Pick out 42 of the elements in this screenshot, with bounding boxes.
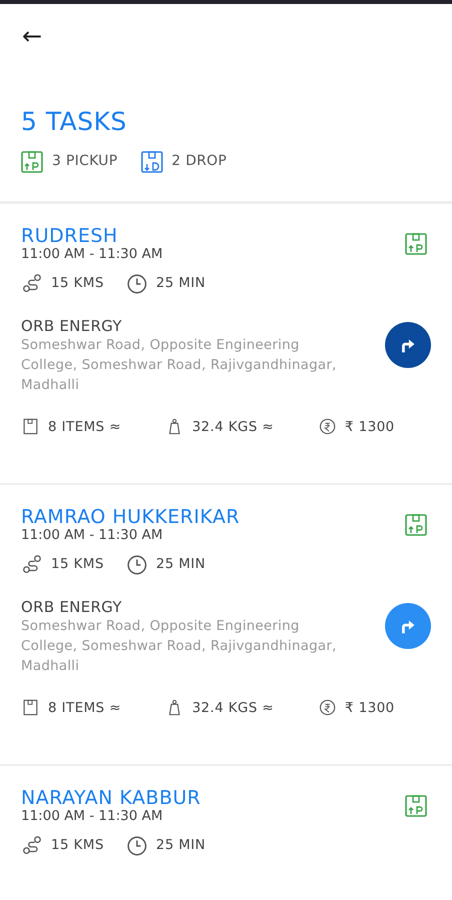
company-name: ORB ENERGY [21, 598, 123, 616]
items-icon [21, 698, 40, 718]
pickup-count: 3 PICKUP [52, 152, 118, 171]
pickup-box-icon [404, 794, 428, 818]
route-icon [21, 554, 43, 576]
customer-name: RUDRESH [21, 226, 119, 246]
route-icon [21, 834, 43, 857]
clock-icon [126, 272, 148, 295]
duration-text: 25 MIN [156, 836, 206, 856]
amount-text: ₹ 1300 [344, 698, 395, 718]
duration-text: 25 MIN [156, 555, 206, 574]
drop-count: 2 DROP [172, 152, 227, 171]
pickup-box-icon [404, 232, 428, 256]
customer-name: NARAYAN KABBUR [21, 788, 201, 808]
time-window: 11:00 AM - 11:30 AM [21, 246, 163, 263]
rupee-icon [318, 417, 337, 436]
back-button[interactable]: ← [22, 24, 42, 48]
navigate-button[interactable] [385, 322, 431, 368]
company-name: ORB ENERGY [21, 316, 123, 335]
weight-text: 32.4 KGS ≈ [192, 418, 274, 437]
clock-icon [126, 554, 148, 576]
item-count: 8 ITEMS ≈ [48, 698, 122, 718]
item-count: 8 ITEMS ≈ [48, 418, 122, 437]
pickup-box-icon [404, 512, 428, 536]
distance-text: 15 KMS [51, 836, 104, 856]
drop-box-icon [140, 150, 164, 174]
task-count-title: 5 TASKS [21, 106, 128, 138]
amount-text: ₹ 1300 [344, 418, 395, 437]
distance-text: 15 KMS [51, 274, 104, 294]
address-text: Someshwar Road, Opposite Engineering College, Someshwar Road, Rajivgandhinagar, Madhalli [21, 336, 338, 395]
rupee-icon [318, 698, 337, 718]
customer-name: RAMRAO HUKKERIKAR [21, 506, 240, 528]
items-icon [21, 417, 40, 436]
distance-text: 15 KMS [51, 555, 104, 574]
duration-text: 25 MIN [156, 274, 206, 294]
route-icon [21, 272, 43, 295]
clock-icon [126, 834, 148, 857]
pickup-box-icon [20, 150, 44, 174]
address-text: Someshwar Road, Opposite Engineering College, Someshwar Road, Rajivgandhinagar, Madhalli [21, 616, 338, 676]
weight-text: 32.4 KGS ≈ [192, 698, 274, 718]
time-window: 11:00 AM - 11:30 AM [21, 527, 240, 544]
time-window: 11:00 AM - 11:30 AM [21, 808, 201, 825]
